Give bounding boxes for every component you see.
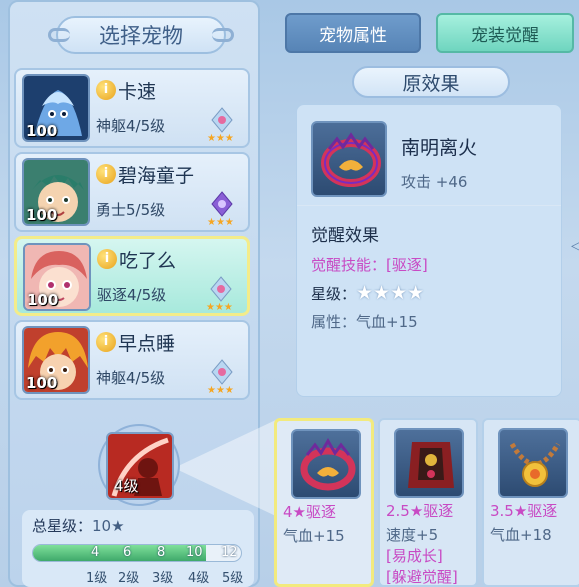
pet-name: 卡速: [118, 81, 157, 103]
info-icon[interactable]: i: [96, 332, 116, 352]
title-ornament-left: [48, 28, 70, 42]
skill-icon: 4级: [106, 432, 174, 500]
progress-tick: 4: [91, 545, 100, 560]
chevron-left-icon[interactable]: ◁: [571, 238, 579, 254]
card-title: 3.5★驱逐: [490, 502, 558, 520]
pet-select-title-text: 选择宠物: [99, 24, 183, 48]
svg-text:★★★: ★★★: [207, 133, 234, 142]
pet-name: 早点睡: [118, 333, 176, 355]
tab-equipment-awaken[interactable]: 宠装觉醒: [436, 13, 574, 53]
equipment-ring-icon[interactable]: [311, 121, 387, 197]
item-name: 南明离火: [401, 137, 478, 159]
pet-name: 吃了么: [119, 250, 177, 272]
awaken-card[interactable]: 4★驱逐 气血+15: [274, 418, 374, 587]
awaken-card[interactable]: 3.5★驱逐 气血+18: [482, 418, 579, 587]
awaken-skill: 觉醒技能：[驱逐]: [311, 256, 428, 274]
svg-text:★★★: ★★★: [207, 385, 234, 394]
svg-text:★★★: ★★★: [206, 302, 233, 311]
level-label: 4级: [188, 571, 210, 586]
pet-level: 100: [27, 291, 59, 309]
tab-pet-attributes[interactable]: 宠物属性: [285, 13, 421, 53]
skill-slot[interactable]: 4级: [98, 424, 180, 506]
original-effect-title: 原效果: [352, 66, 510, 98]
pet-name: 碧海童子: [118, 165, 195, 187]
selection-beam: [174, 418, 280, 518]
total-stars-label-text: 总星级：: [32, 517, 93, 535]
pet-list-item-zaodianshui[interactable]: 100 i 早点睡 神躯4/5级 ★★★: [14, 320, 250, 400]
pet-level: 100: [26, 122, 58, 140]
star-rating-label: 星级：: [311, 285, 357, 303]
progress-tick: 6: [123, 545, 132, 560]
equipment-ring-icon: [291, 429, 361, 499]
divider: [297, 205, 561, 206]
info-icon[interactable]: i: [97, 249, 117, 269]
progress-tick: 8: [157, 545, 166, 560]
quality-badge-icon: ★★★: [207, 191, 234, 226]
awaken-effect-header: 觉醒效果: [311, 226, 379, 246]
pet-avatar: 100: [22, 74, 90, 142]
total-stars-panel: 总星级：10★ 4 6 8 10 12 1级 2级 3级 4级 5级: [22, 510, 254, 587]
quality-badge-icon: ★★★: [207, 107, 234, 142]
progress-tick: 10: [186, 545, 203, 560]
pet-rank: 驱逐4/5级: [97, 286, 167, 304]
total-stars-label: 总星级：10★: [32, 515, 125, 536]
star-progress-fill: [33, 545, 206, 561]
item-stat: 攻击 +46: [401, 173, 468, 191]
card-attribute: 气血+15: [283, 527, 345, 545]
star-icon: ★★★★: [356, 282, 425, 304]
quality-badge-icon: ★★★: [207, 359, 234, 394]
card-attribute: 速度+5: [386, 526, 439, 544]
level-label: 1级: [86, 571, 108, 586]
pet-avatar: 100: [22, 326, 90, 394]
effect-attribute: 属性：气血+15: [311, 313, 418, 331]
card-title: 2.5★驱逐: [386, 502, 454, 520]
level-label: 3级: [152, 571, 174, 586]
awaken-card[interactable]: 2.5★驱逐 速度+5 [易成长] [躲避觉醒]: [378, 418, 478, 587]
pet-avatar: 100: [22, 158, 90, 226]
title-ornament-right: [212, 28, 234, 42]
quality-badge-icon: ★★★: [206, 276, 233, 311]
star-progress-bar: 4 6 8 10 12: [32, 544, 242, 562]
pet-avatar: 100: [23, 243, 91, 311]
pet-list-item-bihai[interactable]: 100 i 碧海童子 勇士5/5级 ★★★: [14, 152, 250, 232]
pet-level: 100: [26, 374, 58, 392]
pet-list-item-kasu[interactable]: 100 i 卡速 神躯4/5级 ★★★: [14, 68, 250, 148]
equipment-armor-icon: [394, 428, 464, 498]
card-extra-skill: [躲避觉醒]: [386, 568, 458, 586]
level-label: 2级: [118, 571, 140, 586]
card-title: 4★驱逐: [283, 503, 336, 521]
card-attribute: 气血+18: [490, 526, 552, 544]
svg-text:★★★: ★★★: [207, 217, 234, 226]
progress-tick: 12: [221, 545, 238, 560]
original-effect-panel: 南明离火 攻击 +46 觉醒效果 觉醒技能：[驱逐] 星级：★★★★ 属性：气血…: [296, 104, 562, 397]
equipment-necklace-icon: [498, 428, 568, 498]
skill-level: 4级: [114, 477, 139, 495]
pet-list-item-chileme[interactable]: 100 i 吃了么 驱逐4/5级 ★★★: [14, 236, 250, 316]
pet-rank: 神躯4/5级: [96, 369, 166, 387]
pet-select-title: 选择宠物: [48, 16, 234, 54]
level-label: 5级: [222, 571, 244, 586]
card-extra-skill: [易成长]: [386, 547, 443, 565]
total-stars-value: 10★: [92, 517, 125, 535]
pet-rank: 勇士5/5级: [96, 201, 166, 219]
pet-level: 100: [26, 206, 58, 224]
star-rating: 星级：★★★★: [311, 282, 424, 304]
game-screen: 选择宠物 100 i 卡速 神躯4/5级 ★★★ 100 i 碧海童子 勇士5/…: [0, 0, 579, 587]
info-icon[interactable]: i: [96, 164, 116, 184]
info-icon[interactable]: i: [96, 80, 116, 100]
pet-rank: 神躯4/5级: [96, 117, 166, 135]
